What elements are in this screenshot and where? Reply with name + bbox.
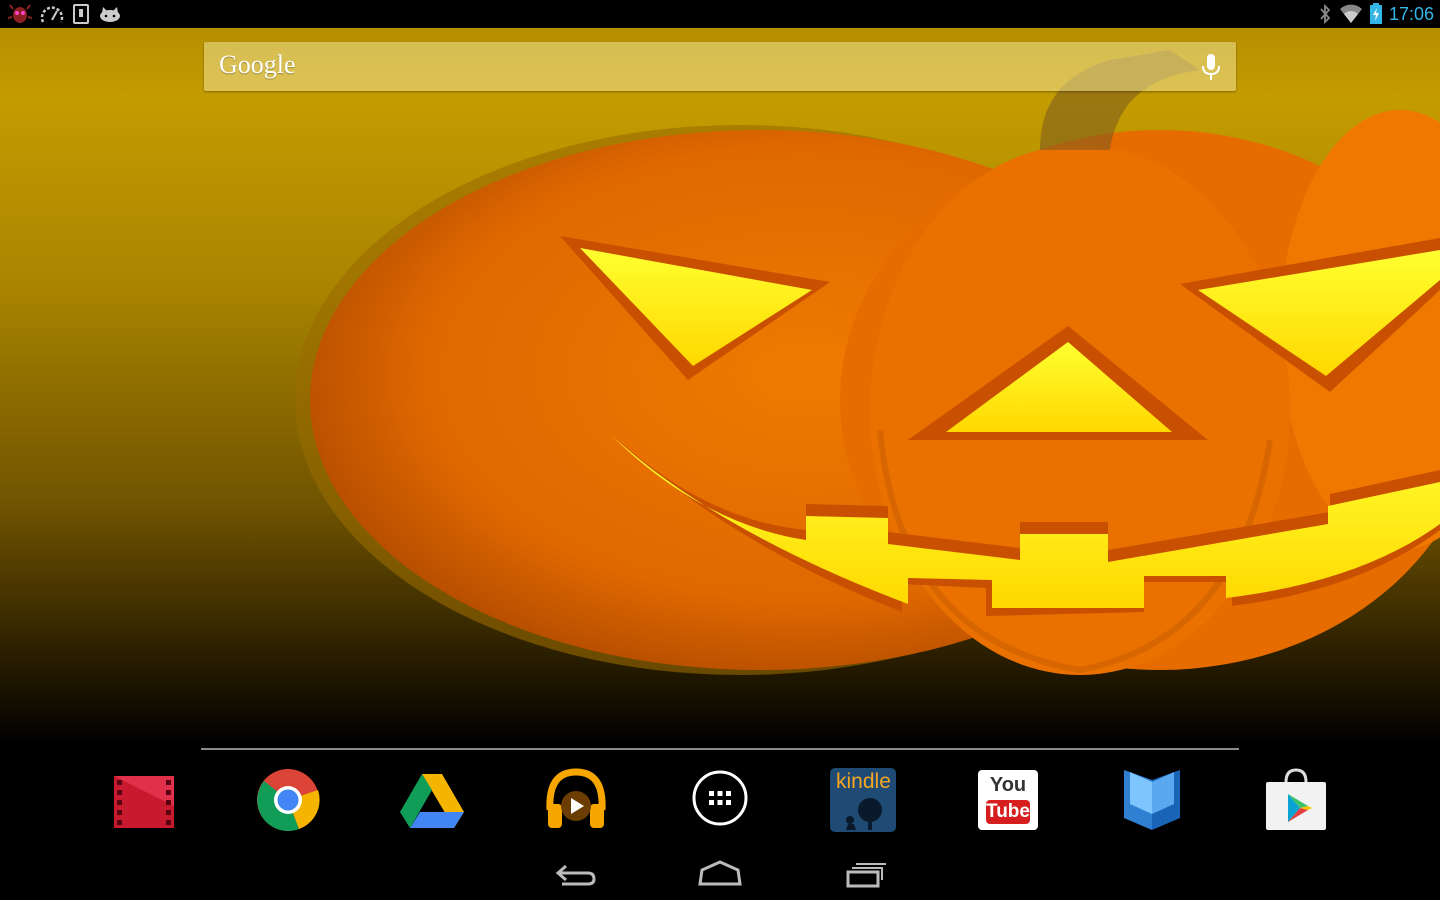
kindle-label: kindle <box>836 770 891 793</box>
home-icon[interactable] <box>696 858 744 892</box>
system-icons: 17:06 <box>1317 2 1434 26</box>
speedometer-icon <box>40 6 64 23</box>
reader-tree-icon <box>846 798 882 830</box>
wifi-icon <box>1339 4 1362 23</box>
back-icon[interactable] <box>552 858 600 892</box>
dock-divider <box>201 748 1239 750</box>
app-drawer-icon[interactable] <box>686 766 754 834</box>
clock: 17:06 <box>1388 3 1434 24</box>
sd-card-icon <box>73 4 89 24</box>
cat-icon <box>100 7 120 22</box>
chrome-icon[interactable] <box>254 766 322 834</box>
recent-apps-icon[interactable] <box>840 858 888 892</box>
kindle-icon[interactable]: kindle <box>830 768 896 832</box>
notification-icons <box>8 2 122 26</box>
status-bar: 17:06 <box>0 0 1440 28</box>
drive-icon[interactable] <box>398 766 466 834</box>
battery-charging-icon <box>1369 3 1382 24</box>
play-store-icon[interactable] <box>1262 766 1330 834</box>
play-movies-icon[interactable] <box>110 766 178 834</box>
play-books-icon[interactable] <box>1118 766 1186 834</box>
play-music-icon[interactable] <box>542 766 610 834</box>
youtube-label-bottom: Tube <box>986 800 1030 824</box>
youtube-label-top: You <box>989 774 1027 796</box>
microphone-icon[interactable] <box>1200 52 1222 82</box>
bluetooth-icon <box>1320 3 1331 25</box>
google-search-bar[interactable]: Google <box>204 42 1236 91</box>
bug-icon <box>8 4 32 23</box>
youtube-icon[interactable]: You Tube <box>978 770 1038 830</box>
google-logo: Google <box>219 50 296 79</box>
